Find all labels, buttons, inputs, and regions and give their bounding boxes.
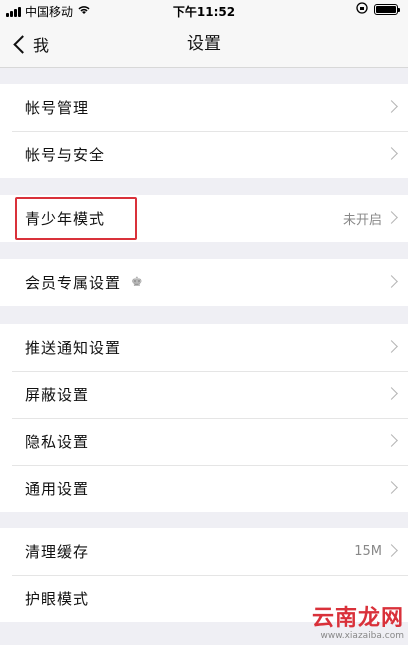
chevron-right-icon bbox=[385, 434, 398, 447]
status-bar: 中国移动 下午11:52 bbox=[0, 0, 408, 20]
chevron-right-icon bbox=[385, 481, 398, 494]
settings-item-push-notifications[interactable]: 推送通知设置 bbox=[0, 324, 408, 371]
watermark-url: www.xiazaiba.com bbox=[320, 631, 404, 641]
settings-item-label: 推送通知设置 bbox=[25, 339, 122, 357]
crown-icon: ♚ bbox=[131, 275, 143, 290]
chevron-right-icon bbox=[385, 211, 398, 224]
chevron-right-icon bbox=[385, 340, 398, 353]
watermark: 云南龙网 www.xiazaiba.com bbox=[312, 608, 404, 641]
settings-item-label: 屏蔽设置 bbox=[25, 386, 90, 404]
youth-mode-status: 未开启 bbox=[342, 213, 382, 228]
settings-item-label: 清理缓存 bbox=[25, 543, 90, 561]
nav-bar: 我 设置 bbox=[0, 20, 408, 68]
settings-item-label: 护眼模式 bbox=[25, 590, 90, 608]
settings-item-label: 隐私设置 bbox=[25, 433, 90, 451]
battery-icon bbox=[374, 4, 400, 15]
settings-item-youth-mode[interactable]: 青少年模式 未开启 bbox=[0, 195, 408, 242]
settings-item-label: 帐号与安全 bbox=[25, 146, 106, 164]
settings-item-block[interactable]: 屏蔽设置 bbox=[0, 371, 408, 418]
settings-item-account-management[interactable]: 帐号管理 bbox=[0, 84, 408, 131]
status-right bbox=[356, 2, 400, 17]
chevron-right-icon bbox=[385, 100, 398, 113]
settings-group-account: 帐号管理 帐号与安全 bbox=[0, 84, 408, 178]
chevron-right-icon bbox=[385, 544, 398, 557]
status-time: 下午11:52 bbox=[172, 5, 236, 19]
settings-group-youth: 青少年模式 未开启 bbox=[0, 195, 408, 242]
rotation-lock-icon bbox=[356, 2, 368, 17]
settings-item-member-settings[interactable]: 会员专属设置 ♚ bbox=[0, 259, 408, 306]
settings-group-membership: 会员专属设置 ♚ bbox=[0, 259, 408, 306]
settings-item-label: 帐号管理 bbox=[25, 99, 90, 117]
chevron-right-icon bbox=[385, 275, 398, 288]
cache-size: 15M bbox=[354, 544, 382, 559]
settings-item-account-security[interactable]: 帐号与安全 bbox=[0, 131, 408, 178]
settings-item-privacy[interactable]: 隐私设置 bbox=[0, 418, 408, 465]
settings-item-clear-cache[interactable]: 清理缓存 15M bbox=[0, 528, 408, 575]
settings-item-general[interactable]: 通用设置 bbox=[0, 465, 408, 512]
chevron-right-icon bbox=[385, 147, 398, 160]
settings-item-label: 会员专属设置 bbox=[25, 274, 122, 292]
page-title: 设置 bbox=[187, 34, 221, 54]
settings-group-general: 推送通知设置 屏蔽设置 隐私设置 通用设置 bbox=[0, 324, 408, 512]
watermark-title: 云南龙网 bbox=[311, 606, 404, 631]
settings-item-label: 通用设置 bbox=[25, 480, 90, 498]
chevron-right-icon bbox=[385, 387, 398, 400]
settings-item-label: 青少年模式 bbox=[25, 210, 106, 228]
